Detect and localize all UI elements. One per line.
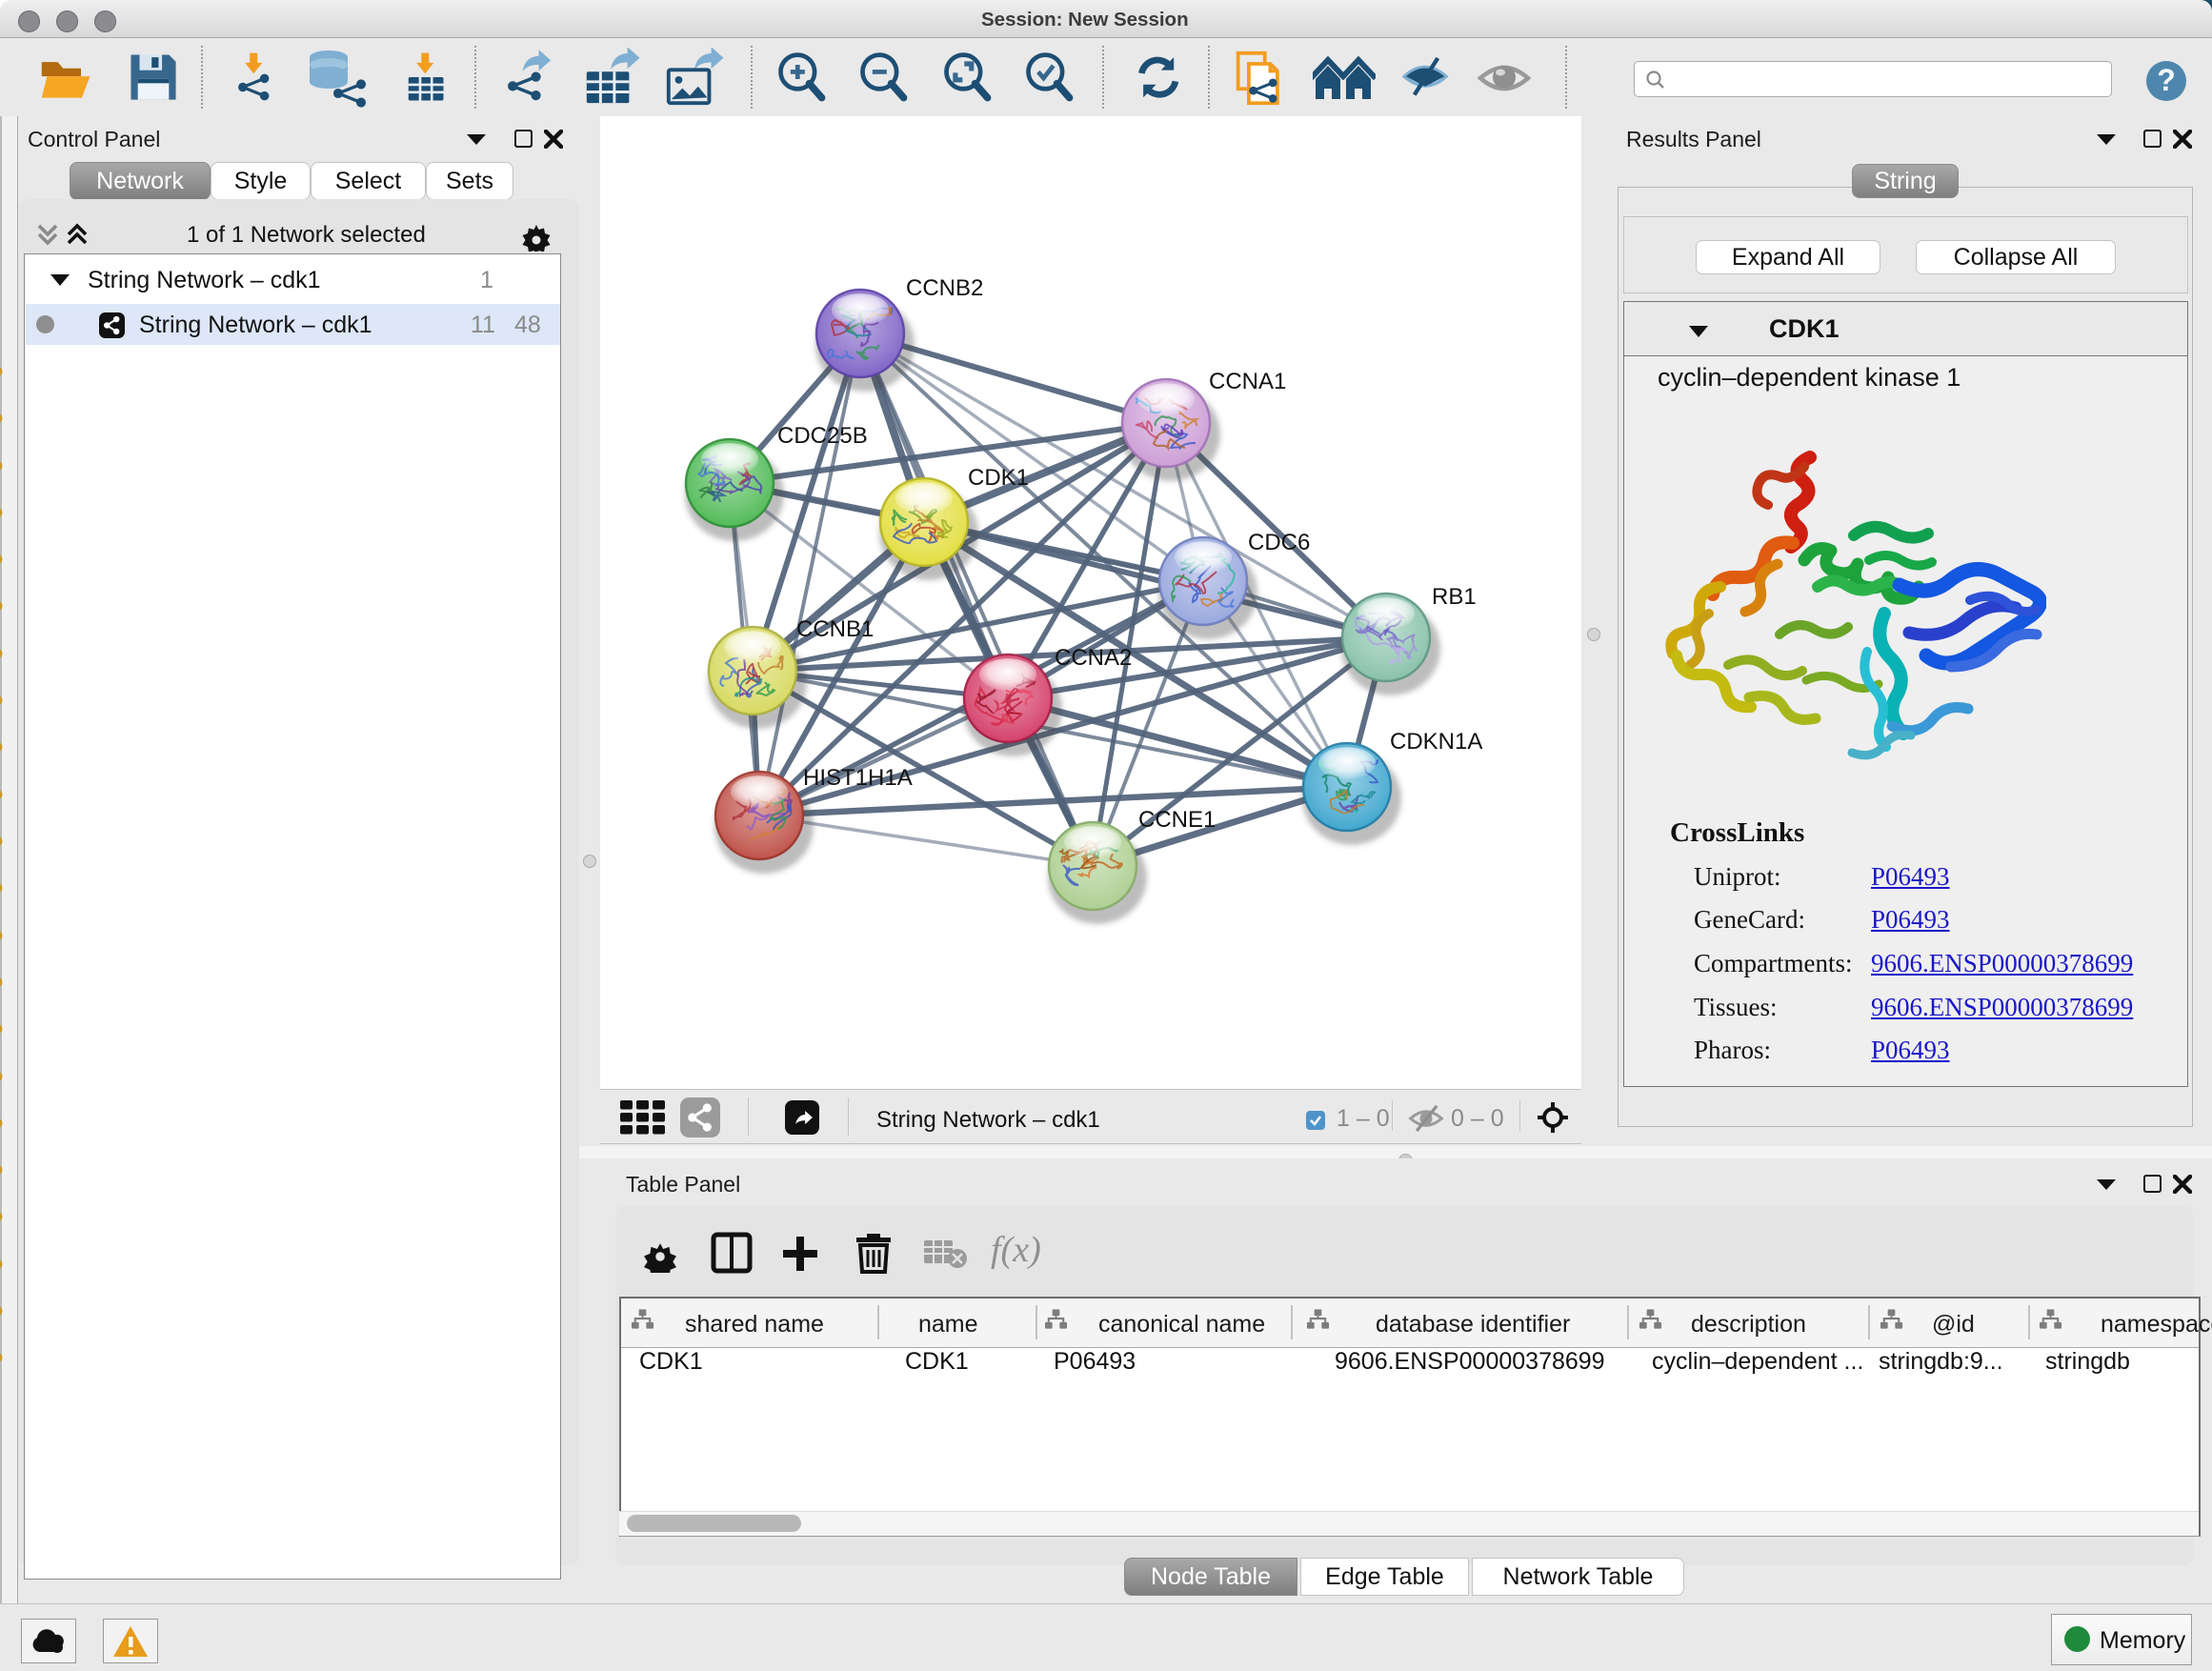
svg-text:RB1: RB1 bbox=[1432, 584, 1477, 610]
svg-text:CCNA1: CCNA1 bbox=[1209, 369, 1286, 394]
svg-text:CCNB1: CCNB1 bbox=[796, 616, 874, 642]
svg-text:HIST1H1A: HIST1H1A bbox=[803, 765, 913, 791]
svg-text:CDC25B: CDC25B bbox=[777, 423, 868, 449]
svg-text:CDK1: CDK1 bbox=[968, 465, 1029, 491]
svg-text:CCNA2: CCNA2 bbox=[1055, 645, 1132, 671]
svg-text:CDC6: CDC6 bbox=[1248, 530, 1310, 555]
svg-text:CCNE1: CCNE1 bbox=[1138, 807, 1216, 833]
svg-text:CDKN1A: CDKN1A bbox=[1390, 729, 1482, 755]
svg-text:CCNB2: CCNB2 bbox=[906, 275, 983, 301]
